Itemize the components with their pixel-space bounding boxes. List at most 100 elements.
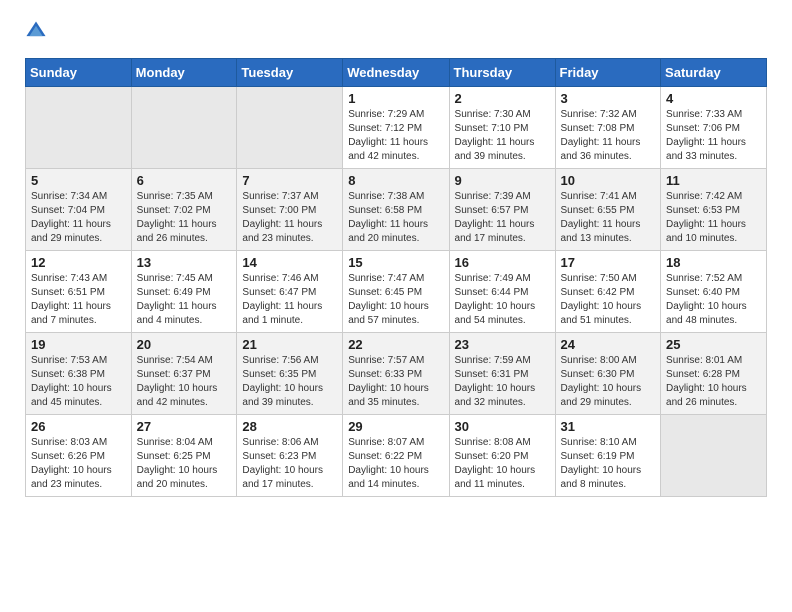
day-info: Sunrise: 8:00 AM Sunset: 6:30 PM Dayligh…	[561, 354, 656, 410]
day-info: Sunrise: 7:53 AM Sunset: 6:38 PM Dayligh…	[31, 354, 126, 410]
day-number: 25	[666, 337, 761, 352]
logo-icon	[25, 20, 47, 42]
day-info: Sunrise: 7:34 AM Sunset: 7:04 PM Dayligh…	[31, 190, 126, 246]
weekday-header-saturday: Saturday	[661, 59, 767, 87]
calendar-day-cell: 19 Sunrise: 7:53 AM Sunset: 6:38 PM Dayli…	[26, 333, 132, 415]
calendar-day-cell: 30 Sunrise: 8:08 AM Sunset: 6:20 PM Dayli…	[449, 415, 555, 497]
day-number: 8	[348, 173, 443, 188]
day-number: 2	[455, 91, 550, 106]
calendar-empty-cell	[26, 87, 132, 169]
calendar-day-cell: 1 Sunrise: 7:29 AM Sunset: 7:12 PM Daylig…	[343, 87, 449, 169]
calendar-day-cell: 18 Sunrise: 7:52 AM Sunset: 6:40 PM Dayli…	[661, 251, 767, 333]
day-info: Sunrise: 7:47 AM Sunset: 6:45 PM Dayligh…	[348, 272, 443, 328]
calendar-day-cell: 12 Sunrise: 7:43 AM Sunset: 6:51 PM Dayli…	[26, 251, 132, 333]
day-info: Sunrise: 7:29 AM Sunset: 7:12 PM Dayligh…	[348, 108, 443, 164]
day-number: 3	[561, 91, 656, 106]
day-info: Sunrise: 7:41 AM Sunset: 6:55 PM Dayligh…	[561, 190, 656, 246]
day-number: 19	[31, 337, 126, 352]
day-number: 23	[455, 337, 550, 352]
day-info: Sunrise: 7:46 AM Sunset: 6:47 PM Dayligh…	[242, 272, 337, 328]
calendar-day-cell: 8 Sunrise: 7:38 AM Sunset: 6:58 PM Daylig…	[343, 169, 449, 251]
calendar-day-cell: 16 Sunrise: 7:49 AM Sunset: 6:44 PM Dayli…	[449, 251, 555, 333]
weekday-header-thursday: Thursday	[449, 59, 555, 87]
day-number: 31	[561, 419, 656, 434]
calendar-day-cell: 25Sunrise: 8:01 AM Sunset: 6:28 PM Dayli…	[661, 333, 767, 415]
calendar-day-cell: 20 Sunrise: 7:54 AM Sunset: 6:37 PM Dayli…	[131, 333, 237, 415]
calendar-day-cell: 3 Sunrise: 7:32 AM Sunset: 7:08 PM Daylig…	[555, 87, 661, 169]
day-number: 1	[348, 91, 443, 106]
calendar-day-cell: 11Sunrise: 7:42 AM Sunset: 6:53 PM Dayli…	[661, 169, 767, 251]
calendar-day-cell: 17 Sunrise: 7:50 AM Sunset: 6:42 PM Dayli…	[555, 251, 661, 333]
weekday-header-tuesday: Tuesday	[237, 59, 343, 87]
weekday-header-row: SundayMondayTuesdayWednesdayThursdayFrid…	[26, 59, 767, 87]
calendar-day-cell: 29 Sunrise: 8:07 AM Sunset: 6:22 PM Dayli…	[343, 415, 449, 497]
day-info: Sunrise: 7:49 AM Sunset: 6:44 PM Dayligh…	[455, 272, 550, 328]
day-info: Sunrise: 7:30 AM Sunset: 7:10 PM Dayligh…	[455, 108, 550, 164]
day-number: 4	[666, 91, 761, 106]
weekday-header-sunday: Sunday	[26, 59, 132, 87]
calendar-table: SundayMondayTuesdayWednesdayThursdayFrid…	[25, 58, 767, 497]
day-number: 21	[242, 337, 337, 352]
day-number: 17	[561, 255, 656, 270]
day-number: 27	[137, 419, 232, 434]
calendar-day-cell: 27 Sunrise: 8:04 AM Sunset: 6:25 PM Dayli…	[131, 415, 237, 497]
day-number: 18	[666, 255, 761, 270]
calendar-day-cell: 31Sunrise: 8:10 AM Sunset: 6:19 PM Dayli…	[555, 415, 661, 497]
calendar-day-cell: 6 Sunrise: 7:35 AM Sunset: 7:02 PM Daylig…	[131, 169, 237, 251]
calendar-day-cell: 10 Sunrise: 7:41 AM Sunset: 6:55 PM Dayli…	[555, 169, 661, 251]
day-number: 20	[137, 337, 232, 352]
calendar-week-row: 1 Sunrise: 7:29 AM Sunset: 7:12 PM Daylig…	[26, 87, 767, 169]
calendar-day-cell: 24 Sunrise: 8:00 AM Sunset: 6:30 PM Dayli…	[555, 333, 661, 415]
calendar-day-cell: 9 Sunrise: 7:39 AM Sunset: 6:57 PM Daylig…	[449, 169, 555, 251]
day-info: Sunrise: 7:50 AM Sunset: 6:42 PM Dayligh…	[561, 272, 656, 328]
day-number: 6	[137, 173, 232, 188]
day-info: Sunrise: 8:07 AM Sunset: 6:22 PM Dayligh…	[348, 436, 443, 492]
calendar-day-cell: 4 Sunrise: 7:33 AM Sunset: 7:06 PM Daylig…	[661, 87, 767, 169]
calendar-week-row: 12 Sunrise: 7:43 AM Sunset: 6:51 PM Dayli…	[26, 251, 767, 333]
calendar-day-cell: 21 Sunrise: 7:56 AM Sunset: 6:35 PM Dayli…	[237, 333, 343, 415]
day-info: Sunrise: 7:59 AM Sunset: 6:31 PM Dayligh…	[455, 354, 550, 410]
day-info: Sunrise: 8:04 AM Sunset: 6:25 PM Dayligh…	[137, 436, 232, 492]
calendar-day-cell: 23 Sunrise: 7:59 AM Sunset: 6:31 PM Dayli…	[449, 333, 555, 415]
calendar-week-row: 26 Sunrise: 8:03 AM Sunset: 6:26 PM Dayli…	[26, 415, 767, 497]
day-info: Sunrise: 7:42 AM Sunset: 6:53 PM Dayligh…	[666, 190, 761, 246]
calendar-day-cell: 15Sunrise: 7:47 AM Sunset: 6:45 PM Dayli…	[343, 251, 449, 333]
day-info: Sunrise: 7:37 AM Sunset: 7:00 PM Dayligh…	[242, 190, 337, 246]
day-info: Sunrise: 8:06 AM Sunset: 6:23 PM Dayligh…	[242, 436, 337, 492]
day-info: Sunrise: 7:39 AM Sunset: 6:57 PM Dayligh…	[455, 190, 550, 246]
day-info: Sunrise: 7:45 AM Sunset: 6:49 PM Dayligh…	[137, 272, 232, 328]
logo	[25, 20, 51, 42]
day-number: 16	[455, 255, 550, 270]
day-number: 9	[455, 173, 550, 188]
day-info: Sunrise: 7:32 AM Sunset: 7:08 PM Dayligh…	[561, 108, 656, 164]
day-info: Sunrise: 7:54 AM Sunset: 6:37 PM Dayligh…	[137, 354, 232, 410]
calendar-day-cell: 14 Sunrise: 7:46 AM Sunset: 6:47 PM Dayli…	[237, 251, 343, 333]
day-number: 26	[31, 419, 126, 434]
day-number: 10	[561, 173, 656, 188]
day-number: 28	[242, 419, 337, 434]
calendar-day-cell: 7Sunrise: 7:37 AM Sunset: 7:00 PM Daylig…	[237, 169, 343, 251]
day-info: Sunrise: 7:43 AM Sunset: 6:51 PM Dayligh…	[31, 272, 126, 328]
calendar-day-cell: 26 Sunrise: 8:03 AM Sunset: 6:26 PM Dayli…	[26, 415, 132, 497]
weekday-header-monday: Monday	[131, 59, 237, 87]
calendar-day-cell: 5 Sunrise: 7:34 AM Sunset: 7:04 PM Daylig…	[26, 169, 132, 251]
day-info: Sunrise: 7:57 AM Sunset: 6:33 PM Dayligh…	[348, 354, 443, 410]
day-info: Sunrise: 7:52 AM Sunset: 6:40 PM Dayligh…	[666, 272, 761, 328]
page-header	[25, 20, 767, 42]
day-info: Sunrise: 8:08 AM Sunset: 6:20 PM Dayligh…	[455, 436, 550, 492]
day-info: Sunrise: 7:38 AM Sunset: 6:58 PM Dayligh…	[348, 190, 443, 246]
weekday-header-friday: Friday	[555, 59, 661, 87]
day-info: Sunrise: 7:33 AM Sunset: 7:06 PM Dayligh…	[666, 108, 761, 164]
day-number: 29	[348, 419, 443, 434]
calendar-day-cell: 2 Sunrise: 7:30 AM Sunset: 7:10 PM Daylig…	[449, 87, 555, 169]
calendar-week-row: 5 Sunrise: 7:34 AM Sunset: 7:04 PM Daylig…	[26, 169, 767, 251]
day-info: Sunrise: 7:56 AM Sunset: 6:35 PM Dayligh…	[242, 354, 337, 410]
day-number: 12	[31, 255, 126, 270]
day-number: 24	[561, 337, 656, 352]
day-number: 30	[455, 419, 550, 434]
day-number: 5	[31, 173, 126, 188]
day-info: Sunrise: 7:35 AM Sunset: 7:02 PM Dayligh…	[137, 190, 232, 246]
day-number: 14	[242, 255, 337, 270]
day-info: Sunrise: 8:03 AM Sunset: 6:26 PM Dayligh…	[31, 436, 126, 492]
calendar-week-row: 19 Sunrise: 7:53 AM Sunset: 6:38 PM Dayli…	[26, 333, 767, 415]
